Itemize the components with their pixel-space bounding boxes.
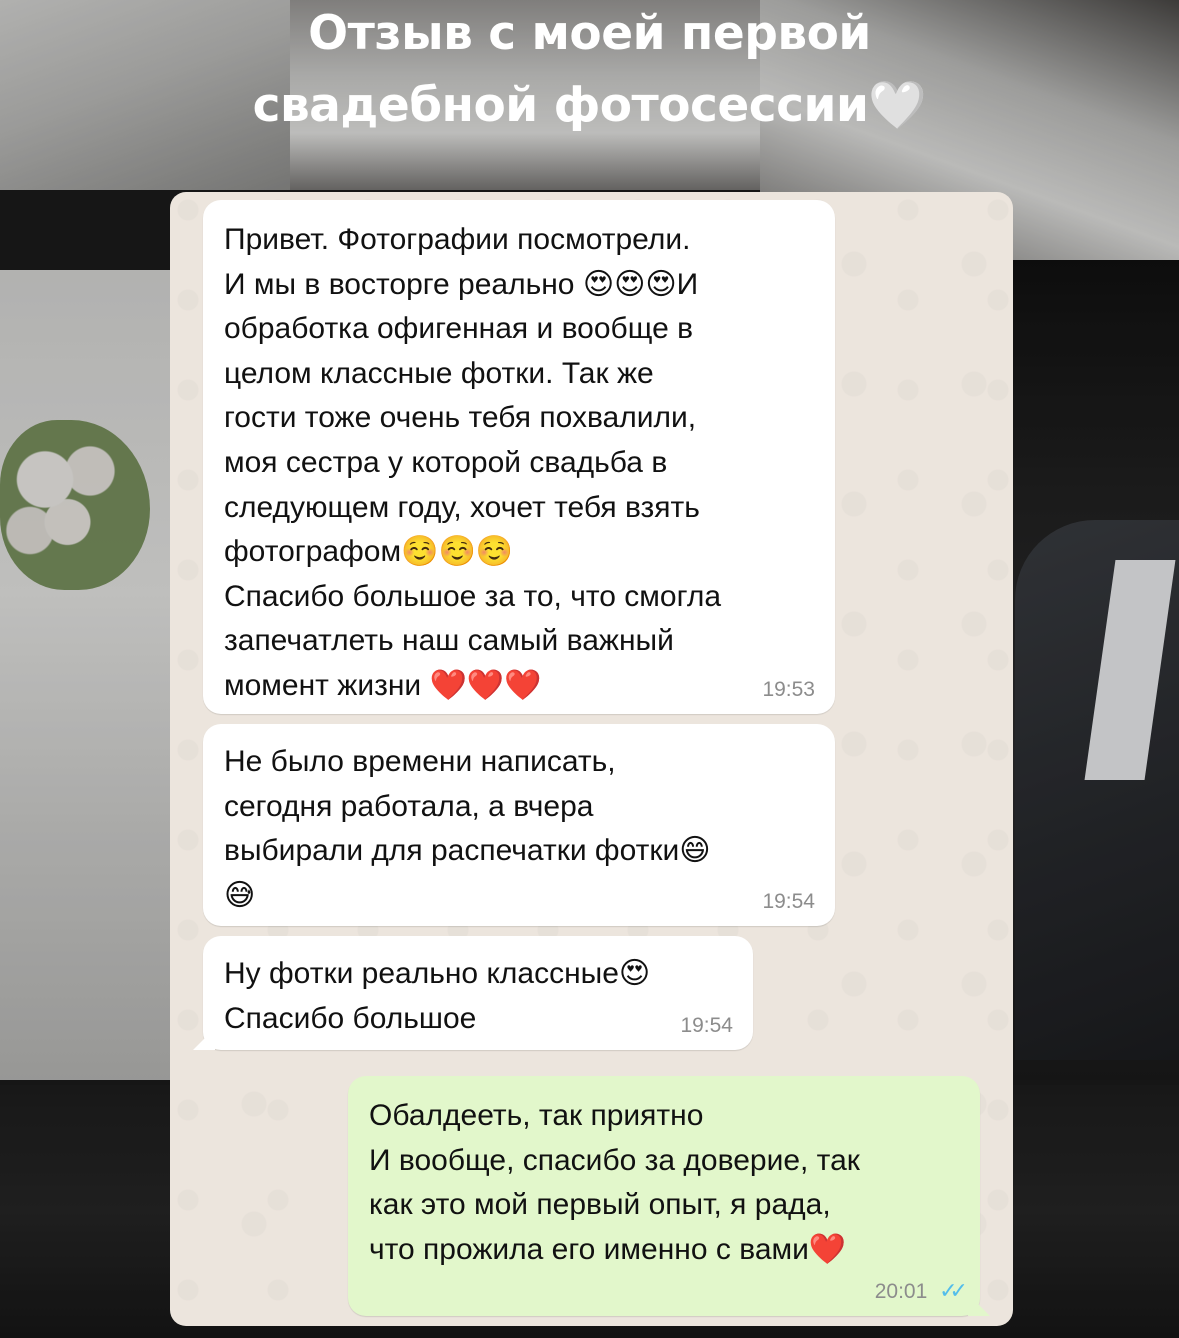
bubble-tail [968,1294,990,1316]
message-time: 20:01 [874,1280,928,1303]
message-time: 19:54 [680,1014,733,1037]
story-title: Отзыв с моей первой свадебной фотосессии… [0,0,1179,142]
chat-screenshot: Привет. Фотографии посмотрели. И мы в во… [170,192,1013,1326]
message-bubble-outgoing: Обалдееть, так приятно И вообще, спасибо… [348,1076,990,1316]
message-text: Не было времени написать, сегодня работа… [224,745,711,912]
message-bubble-incoming: Привет. Фотографии посмотрели. И мы в во… [203,200,835,714]
message-time: 19:54 [762,890,815,913]
story-title-line-2: свадебной фотосессии🤍 [252,78,927,133]
message-time: 19:53 [762,678,815,701]
message-time-with-status: 20:01 ✓✓ [874,1278,968,1304]
story-title-line-1: Отзыв с моей первой [308,6,871,61]
message-text: Ну фотки реально классные😍 Спасибо больш… [224,957,651,1035]
message-bubble-incoming: Не было времени написать, сегодня работа… [203,724,835,926]
bubble-tail [193,1028,215,1050]
message-bubble-incoming: Ну фотки реально классные😍 Спасибо больш… [193,936,753,1050]
message-text: Привет. Фотографии посмотрели. И мы в во… [224,223,722,702]
double-check-icon: ✓✓ [939,1278,968,1303]
message-text: Обалдееть, так приятно И вообще, спасибо… [369,1099,860,1266]
